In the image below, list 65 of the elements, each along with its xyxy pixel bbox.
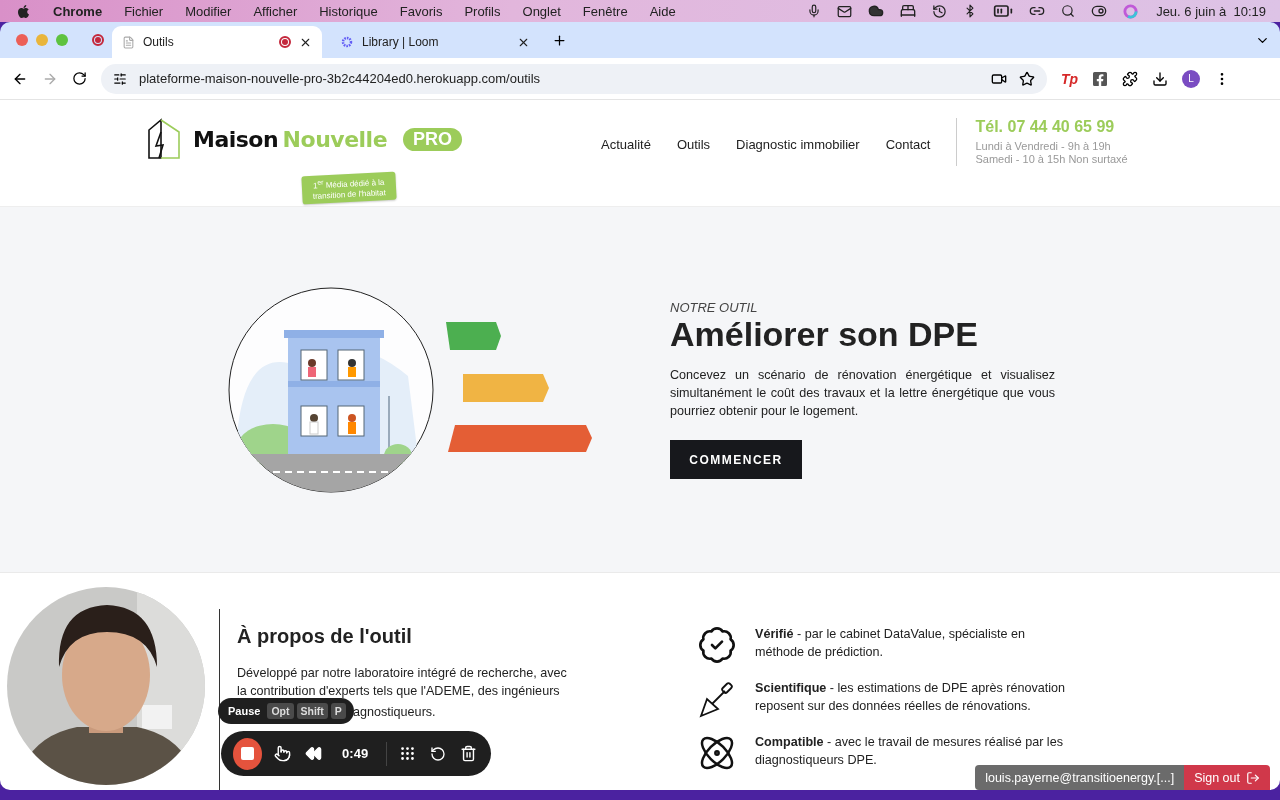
- menu-item[interactable]: Historique: [319, 3, 378, 19]
- color-ring-icon[interactable]: [1123, 3, 1139, 19]
- extension-button[interactable]: Tp: [1061, 70, 1079, 87]
- opening-hours: Samedi - 10 à 15h Non surtaxé: [975, 153, 1128, 166]
- logo-text: Nouvelle: [282, 126, 388, 152]
- recording-timer: 0:49: [342, 746, 369, 761]
- feature-text: Vérifié - par le cabinet DataValue, spécialiste en méthode de prédiction.: [755, 626, 1026, 661]
- microphone-icon[interactable]: [807, 4, 822, 18]
- section-title: À propos de l'outil: [237, 625, 413, 648]
- facebook-icon[interactable]: [1092, 70, 1109, 87]
- start-button[interactable]: COMMENCER: [670, 440, 802, 479]
- feature-text: Scientifique - les estimations de DPE après rénovation reposent sur des données réelles de rénovations.: [755, 680, 1067, 715]
- nav-link[interactable]: Diagnostic immobilier: [736, 137, 860, 152]
- user-email: louis.payerne@transitioenergy.[...]: [975, 765, 1185, 790]
- browser-tab[interactable]: Outils: [112, 26, 322, 58]
- apple-icon[interactable]: [16, 3, 31, 19]
- extensions-icon[interactable]: [1122, 70, 1139, 87]
- eyebrow-text: NOTRE OUTIL: [670, 300, 759, 315]
- nav-link[interactable]: Contact: [885, 137, 931, 152]
- phone-number: Tél. 07 44 40 65 99: [975, 118, 1116, 136]
- download-icon[interactable]: [1152, 70, 1169, 87]
- pro-badge: PRO: [403, 127, 463, 151]
- new-tab-icon[interactable]: [552, 32, 567, 48]
- keyboard-key: Opt: [267, 703, 294, 719]
- history-icon[interactable]: [932, 3, 948, 19]
- cloud-icon[interactable]: [868, 3, 885, 19]
- nav-link[interactable]: Outils: [676, 137, 711, 152]
- menu-item[interactable]: Modifier: [185, 3, 232, 19]
- bed-icon[interactable]: [900, 3, 917, 19]
- menubar-clock: Jeu. 6 juin à 10:19: [1156, 3, 1266, 19]
- recording-icon: [92, 34, 104, 46]
- hero-description: Concevez un scénario de rénovation énergétique et visualisez simultanément le coût des travaux et la lettre énergétique que vous pourriez obtenir pour le logement.: [670, 367, 1055, 420]
- toggle-icon[interactable]: [1091, 3, 1108, 19]
- address-bar[interactable]: plateforme-maison-nouvelle-pro-3b2c44204ed0.herokuapp.com/outils: [101, 63, 1047, 94]
- browser-tab[interactable]: Library | Loom: [330, 26, 540, 58]
- reload-icon[interactable]: [72, 71, 87, 86]
- menu-item[interactable]: Fenêtre: [582, 3, 628, 19]
- nav-link[interactable]: Actualité: [601, 137, 651, 152]
- sign-out-icon: [1246, 770, 1260, 785]
- menu-item[interactable]: Chrome: [53, 3, 103, 19]
- menu-item[interactable]: Aide: [649, 3, 676, 19]
- keyboard-key: P: [330, 703, 346, 719]
- house-logo-icon: [147, 118, 181, 160]
- tooltip-label: Pause: [228, 705, 261, 717]
- mail-icon[interactable]: [837, 3, 853, 19]
- menu-item[interactable]: Profils: [464, 3, 501, 19]
- page-icon: [122, 35, 135, 49]
- opening-hours: Lundi à Vendredi - 9h à 19h: [975, 140, 1112, 153]
- tagline: 1$^{er}$ Média dédié à la transition de l'habitat: [301, 171, 397, 205]
- profile-avatar[interactable]: L: [1182, 69, 1201, 88]
- about-description: agnostiqueurs.: [353, 705, 436, 719]
- hero-title: Améliorer son DPE: [670, 315, 979, 354]
- sign-out-button[interactable]: Sign out: [1184, 765, 1270, 790]
- keyboard-key: Shift: [296, 703, 328, 719]
- badge-check-icon: [697, 625, 737, 665]
- search-icon[interactable]: [1061, 4, 1076, 18]
- stop-button[interactable]: [233, 737, 263, 770]
- menu-item[interactable]: Onglet: [522, 3, 561, 19]
- logo-text: Maison: [193, 126, 279, 152]
- site-settings-icon[interactable]: [113, 71, 127, 86]
- menu-item[interactable]: Afficher: [253, 3, 298, 19]
- close-window-button[interactable]: [16, 34, 28, 46]
- menu-item[interactable]: Favoris: [399, 3, 443, 19]
- bookmark-star-icon[interactable]: [1019, 70, 1035, 87]
- menu-item[interactable]: Fichier: [124, 3, 164, 19]
